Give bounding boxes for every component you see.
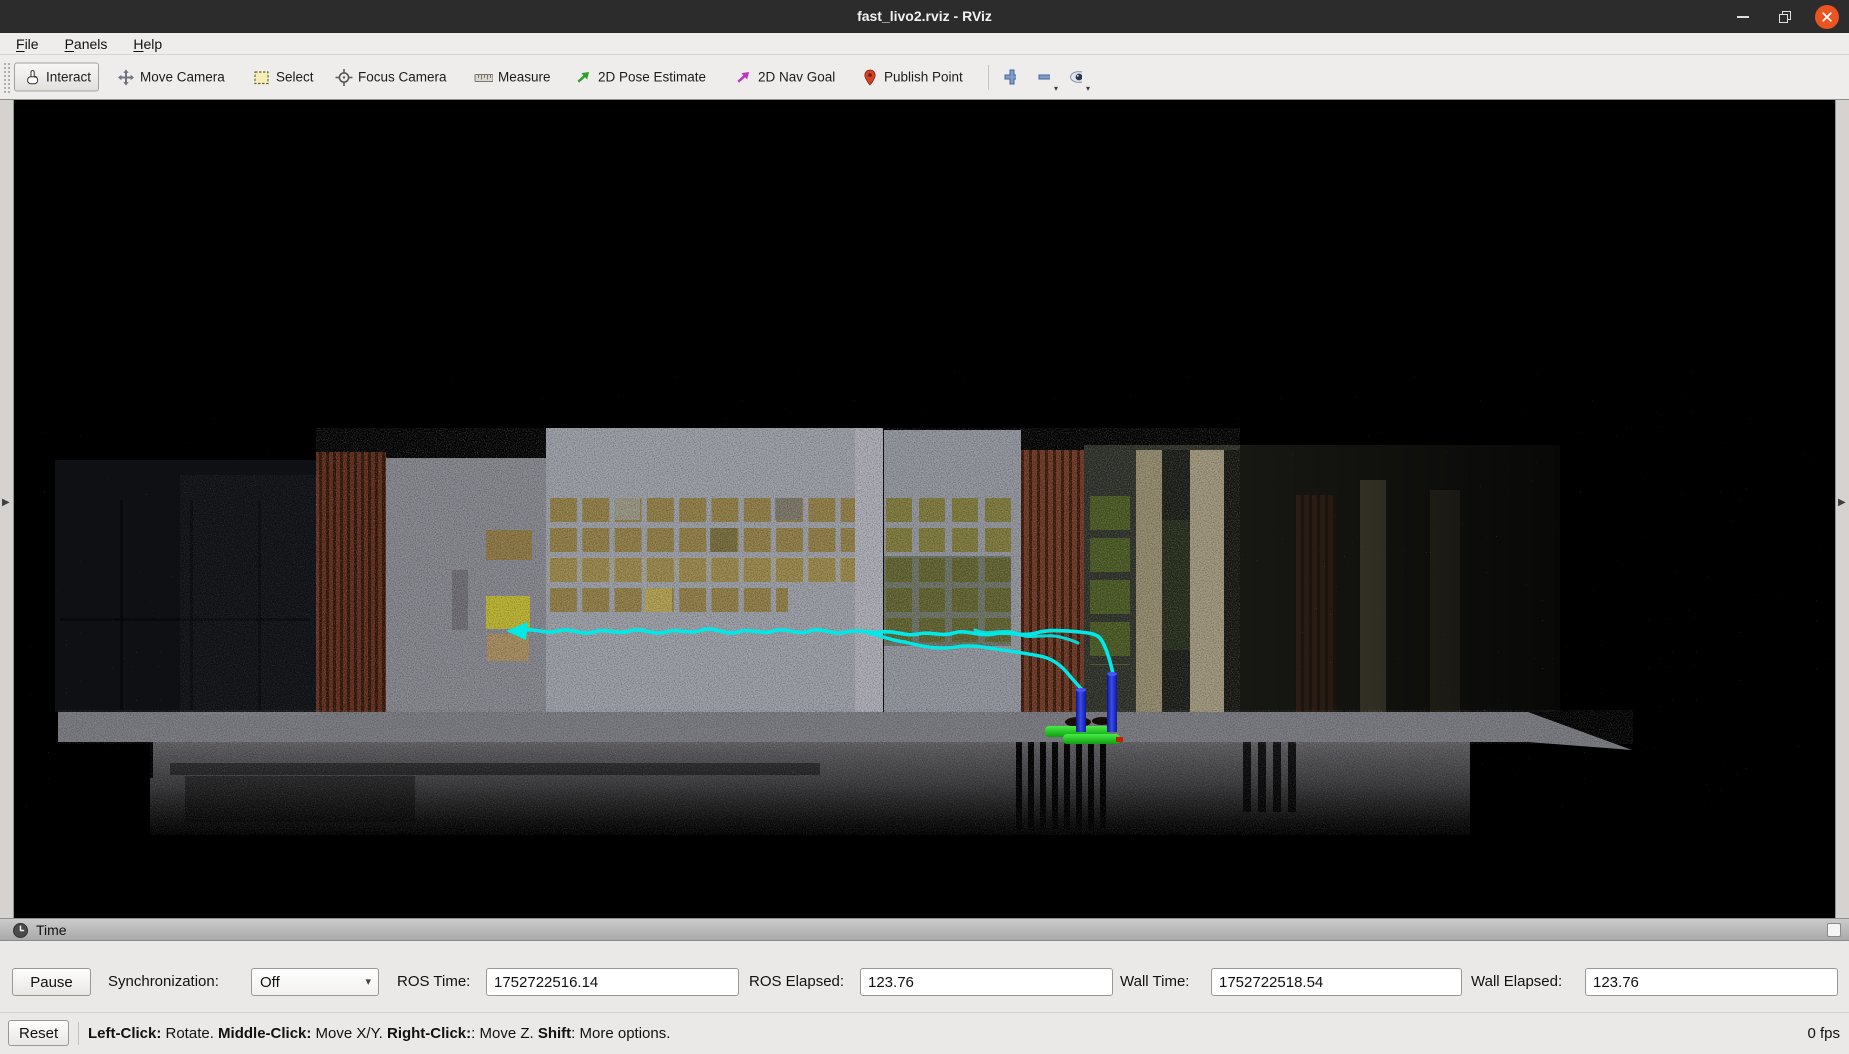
minus-icon (1036, 67, 1050, 87)
time-panel-title: Time (36, 919, 67, 942)
wall-elapsed-label: Wall Elapsed: (1471, 973, 1562, 990)
right-panel-strip: ▶ (1835, 100, 1849, 918)
fps-counter: 0 fps (1807, 1013, 1840, 1054)
eye-icon (1068, 67, 1082, 87)
wall-elapsed-field[interactable] (1585, 968, 1838, 996)
tool-2d-nav-goal[interactable]: 2D Nav Goal (726, 63, 843, 92)
nav-goal-arrow-icon (734, 68, 753, 87)
pointcloud-grain (20, 340, 1830, 900)
menu-bar: File Panels Help (0, 33, 1849, 55)
chevron-down-icon: ▾ (365, 975, 371, 988)
synchronization-select[interactable]: Off ▾ (251, 968, 379, 996)
map-pin-icon (860, 68, 879, 87)
title-bar[interactable]: fast_livo2.rviz - RViz (0, 0, 1849, 33)
time-panel-float-button[interactable] (1827, 923, 1841, 937)
selection-box-icon (252, 68, 271, 87)
tool-interact[interactable]: Interact (14, 63, 99, 92)
toolbar: Interact Move Camera Select Focus Camera (0, 55, 1849, 100)
tool-measure[interactable]: Measure (466, 63, 559, 92)
tool-move-camera[interactable]: Move Camera (108, 63, 233, 92)
expand-displays-panel-arrow-icon[interactable]: ▶ (2, 498, 10, 508)
ros-time-field[interactable] (486, 968, 739, 996)
pause-button[interactable]: Pause (12, 968, 91, 996)
menu-file[interactable]: File (16, 36, 39, 52)
tool-select[interactable]: Select (244, 63, 322, 92)
plus-icon (1002, 67, 1016, 87)
tool-visibility-button[interactable]: ▾ (1062, 64, 1088, 90)
left-panel-strip: ▶ (0, 100, 14, 918)
time-panel-header: Time (0, 918, 1849, 941)
status-bar: Reset Left-Click: Rotate. Middle-Click: … (0, 1013, 1849, 1054)
ruler-icon (474, 68, 493, 87)
ros-elapsed-label: ROS Elapsed: (749, 973, 844, 990)
tool-publish-point[interactable]: Publish Point (852, 63, 971, 92)
3d-viewport[interactable]: ▶ ▶ (0, 100, 1849, 918)
synchronization-label: Synchronization: (108, 973, 219, 990)
tool-2d-pose-estimate[interactable]: 2D Pose Estimate (566, 63, 714, 92)
hand-cursor-icon (22, 68, 41, 87)
move-arrows-icon (116, 68, 135, 87)
window-title: fast_livo2.rviz - RViz (0, 0, 1849, 33)
minimize-button[interactable] (1731, 5, 1755, 29)
tool-focus-camera[interactable]: Focus Camera (326, 63, 455, 92)
ros-time-label: ROS Time: (397, 973, 470, 990)
add-tool-button[interactable] (996, 64, 1022, 90)
menu-panels[interactable]: Panels (65, 36, 108, 52)
close-icon (1820, 10, 1834, 24)
synchronization-value: Off (260, 974, 280, 991)
minimize-icon (1737, 16, 1749, 18)
expand-views-panel-arrow-icon[interactable]: ▶ (1838, 498, 1846, 508)
mouse-help-text: Left-Click: Rotate. Middle-Click: Move X… (88, 1013, 670, 1054)
maximize-button[interactable] (1773, 5, 1797, 29)
close-button[interactable] (1815, 5, 1839, 29)
reset-button[interactable]: Reset (8, 1020, 69, 1046)
wall-time-label: Wall Time: (1120, 973, 1189, 990)
status-separator (78, 1022, 79, 1045)
restore-icon (1778, 10, 1792, 24)
wall-time-field[interactable] (1211, 968, 1462, 996)
pointcloud-render (0, 100, 1849, 918)
clock-icon (12, 922, 29, 939)
toolbar-separator (988, 65, 989, 90)
ros-elapsed-field[interactable] (860, 968, 1113, 996)
pose-estimate-arrow-icon (574, 68, 593, 87)
menu-help[interactable]: Help (133, 36, 162, 52)
time-panel-body: Pause Synchronization: Off ▾ ROS Time: R… (0, 941, 1849, 1013)
remove-tool-button[interactable]: ▾ (1030, 64, 1056, 90)
toolbar-drag-handle[interactable] (3, 62, 11, 93)
focus-crosshair-icon (334, 68, 353, 87)
